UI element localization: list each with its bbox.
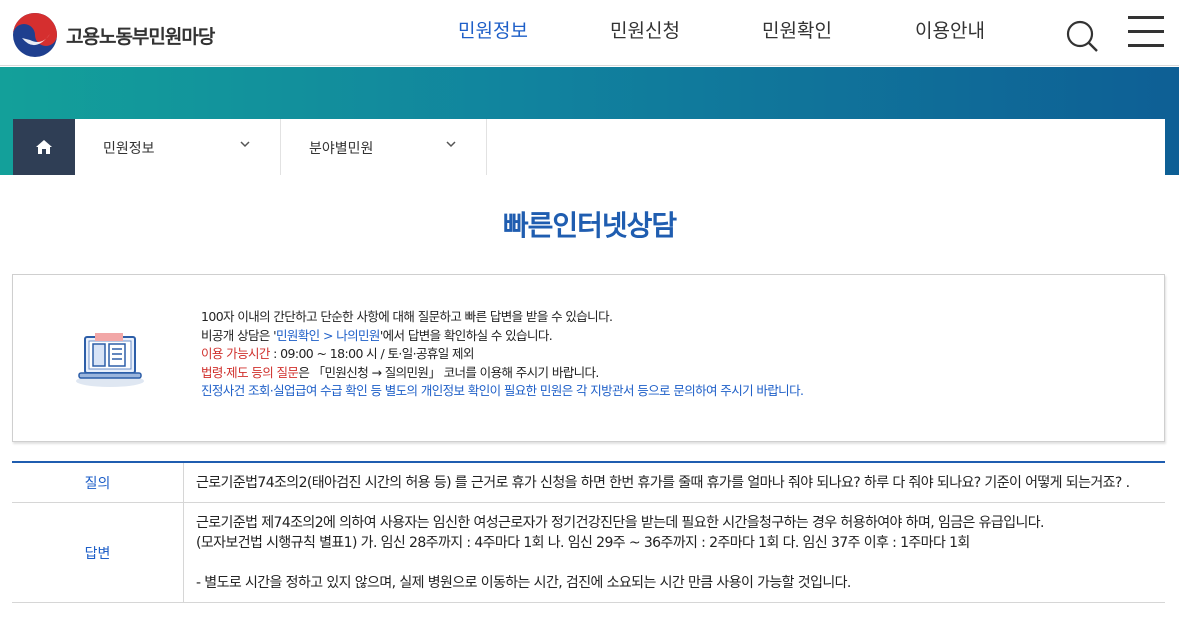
info-text-segment: 비공개 상담은 ' (201, 327, 277, 343)
info-line: 이용 가능시간 : 09:00 ~ 18:00 시 / 토·일·공휴일 제외 (201, 345, 803, 364)
breadcrumb: 민원정보 분야별민원 (13, 119, 1165, 175)
page-title: 빠른인터넷상담 (502, 209, 677, 242)
info-line: 법령·제도 등의 질문은 「민원신청 → 질의민원」 코너를 이용해 주시기 바… (201, 364, 803, 383)
answer-line: - 별도로 시간을 정하고 있지 않으며, 실제 병원으로 이동하는 시간, 검… (196, 575, 851, 591)
info-line-notice: 진정사건 조회·실업급여 수급 확인 등 별도의 개인정보 확인이 필요한 민원… (201, 383, 804, 399)
home-button[interactable] (13, 119, 75, 175)
logo-text: 고용노동부민원마당 (66, 25, 215, 48)
hours-label: 이용 가능시간 (201, 346, 270, 362)
home-icon (36, 140, 52, 154)
answer-label: 답변 (12, 503, 184, 602)
question-row: 질의 근로기준법74조의2(태아검진 시간의 허용 등) 를 근거로 휴가 신청… (12, 463, 1165, 503)
my-civil-link[interactable]: 민원확인 > 나의민원 (276, 328, 380, 343)
breadcrumb-label: 민원정보 (103, 141, 155, 157)
chevron-down-icon (240, 141, 250, 148)
breadcrumb-dropdown-field-civil[interactable]: 분야별민원 (281, 119, 487, 175)
question-label: 질의 (12, 463, 184, 502)
menu-line (1128, 44, 1164, 47)
qa-table: 질의 근로기준법74조의2(태아검진 시간의 허용 등) 를 근거로 휴가 신청… (12, 461, 1165, 603)
breadcrumb-label: 분야별민원 (309, 141, 374, 157)
hours-text: : 09:00 ~ 18:00 시 / 토·일·공휴일 제외 (269, 346, 474, 362)
info-box: 100자 이내의 간단하고 단순한 사항에 대해 질문하고 빠른 답변을 받을 … (12, 274, 1165, 442)
info-line: 100자 이내의 간단하고 단순한 사항에 대해 질문하고 빠른 답변을 받을 … (201, 309, 613, 324)
nav-item-civil-check[interactable]: 민원확인 (762, 16, 832, 43)
nav-item-civil-info[interactable]: 민원정보 (458, 16, 528, 43)
law-question-text: 은 「민원신청 → 질의민원」 코너를 이용해 주시기 바랍니다. (298, 364, 599, 380)
answer-row: 답변 근로기준법 제74조의2에 의하여 사용자는 임신한 여성근로자가 정기건… (12, 503, 1165, 603)
chevron-down-icon (446, 141, 456, 148)
site-header: 고용노동부민원마당 민원정보 민원신청 민원확인 이용안내 (0, 0, 1179, 66)
answer-line: (모자보건법 시행규칙 별표1) 가. 임신 28주까지 : 4주마다 1회 나… (196, 535, 970, 551)
menu-line (1128, 30, 1164, 33)
taegeuk-logo-icon (13, 13, 57, 57)
info-text-segment: '에서 답변을 확인하실 수 있습니다. (379, 327, 553, 343)
nav-item-civil-apply[interactable]: 민원신청 (610, 16, 680, 43)
question-text: 근로기준법74조의2(태아검진 시간의 허용 등) 를 근거로 휴가 신청을 하… (196, 475, 1130, 491)
answer-gap (196, 553, 1153, 573)
search-button[interactable] (1062, 18, 1102, 54)
hamburger-menu-icon (1128, 16, 1164, 19)
answer-text: 근로기준법 제74조의2에 의하여 사용자는 임신한 여성근로자가 정기건강진단… (184, 503, 1165, 602)
breadcrumb-dropdown-civil-info[interactable]: 민원정보 (75, 119, 281, 175)
laptop-form-icon (76, 333, 144, 387)
law-question-label: 법령·제도 등의 질문 (201, 364, 299, 380)
answer-line: 근로기준법 제74조의2에 의하여 사용자는 임신한 여성근로자가 정기건강진단… (196, 515, 1044, 531)
site-logo[interactable]: 고용노동부민원마당 (12, 12, 215, 58)
info-line: 비공개 상담은 '민원확인 > 나의민원'에서 답변을 확인하실 수 있습니다. (201, 327, 803, 346)
menu-button[interactable] (1126, 16, 1166, 48)
nav-item-guide[interactable]: 이용안내 (915, 16, 985, 43)
search-icon (1066, 20, 1098, 52)
info-text: 100자 이내의 간단하고 단순한 사항에 대해 질문하고 빠른 답변을 받을 … (201, 308, 804, 401)
